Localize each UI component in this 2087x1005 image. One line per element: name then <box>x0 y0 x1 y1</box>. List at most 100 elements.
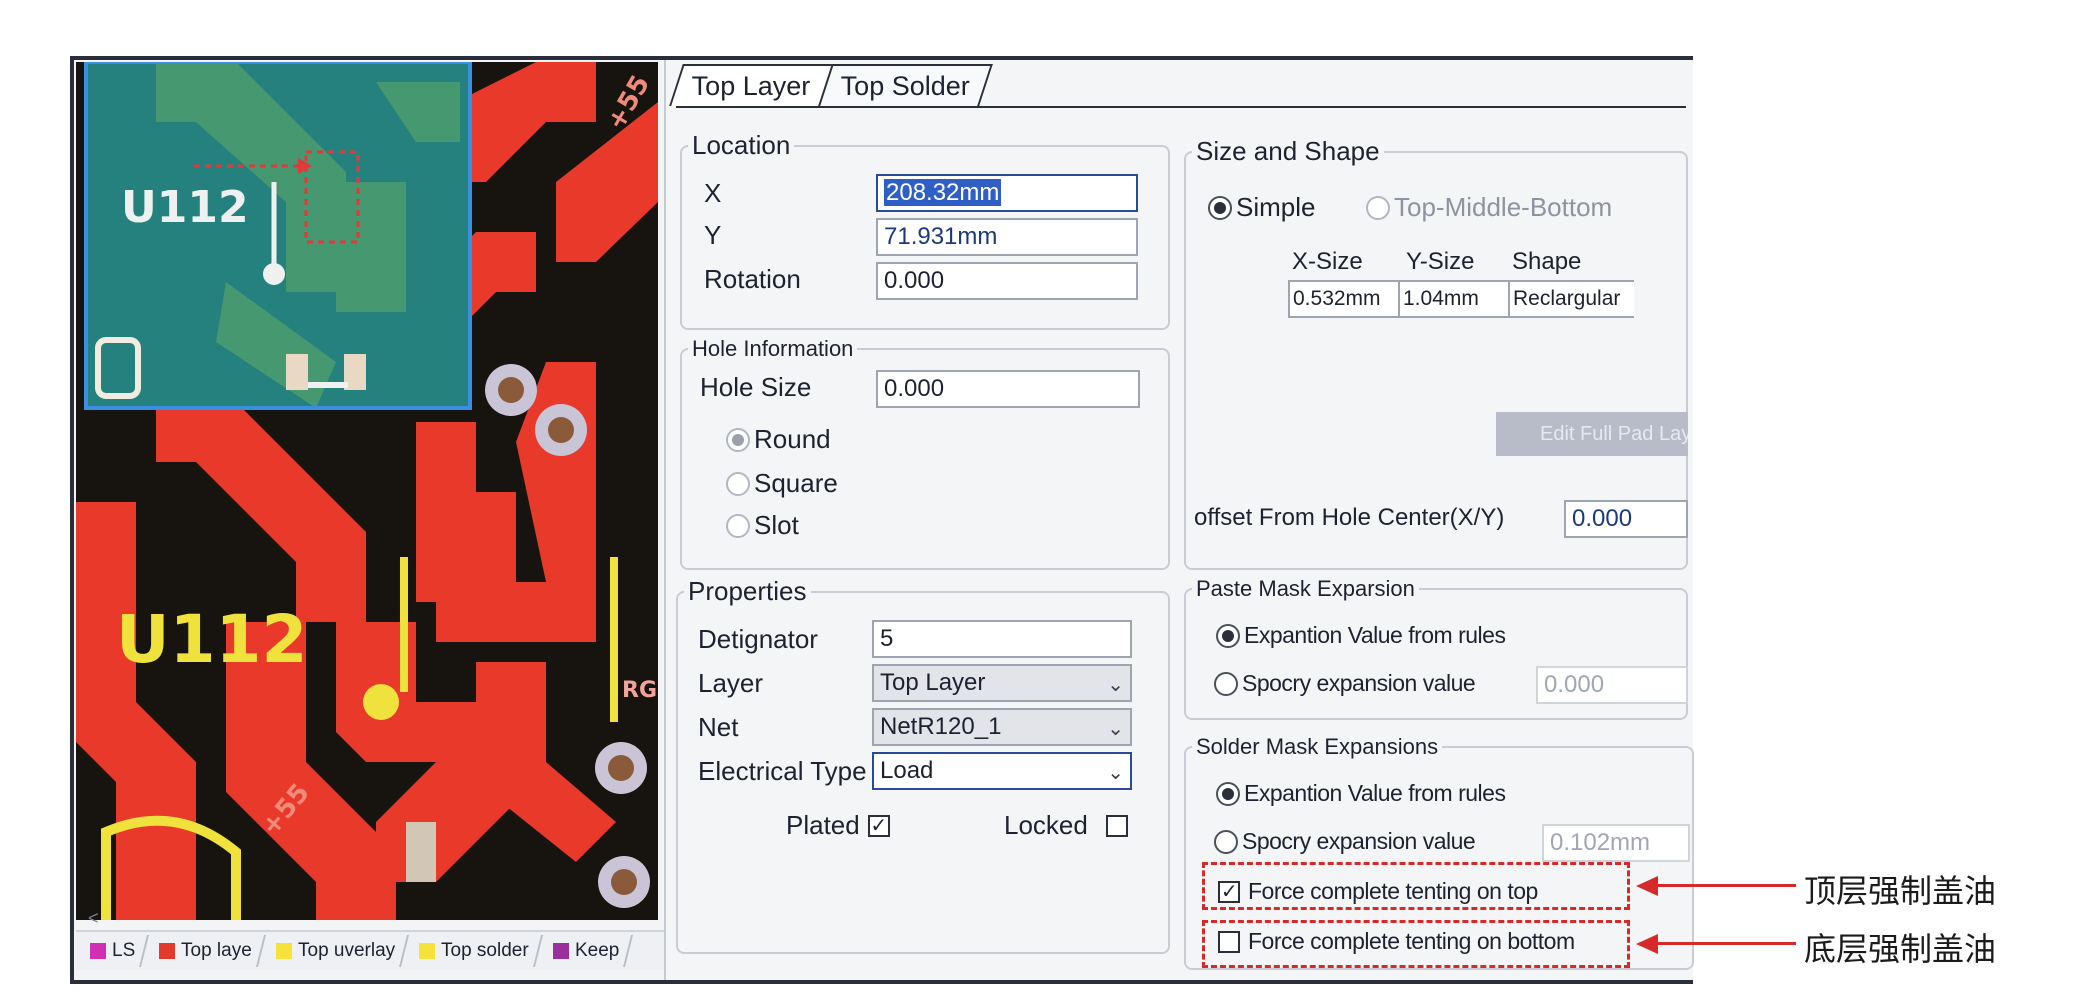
radio-dot <box>1214 671 1238 696</box>
offset-input[interactable]: 0.000 <box>1564 500 1688 538</box>
y-input[interactable]: 71.931mm <box>876 218 1138 256</box>
hole-size-label: Hole Size <box>700 372 812 402</box>
legend-label: LS <box>112 940 136 961</box>
x-input[interactable]: 208.32mm <box>876 174 1138 212</box>
properties-title: Properties <box>688 576 807 606</box>
legend-label: Top solder <box>441 940 529 961</box>
solder-rules-radio[interactable]: Expantion Value from rules <box>1216 780 1506 807</box>
legend-item-top-solder[interactable]: Top solder <box>407 935 543 967</box>
tab-divider <box>676 106 1686 108</box>
net-select-value: NetR120_1 <box>880 713 1002 740</box>
radio-label: Expantion Value from rules <box>1244 622 1506 648</box>
chevron-down-icon: ⌄ <box>1107 674 1124 696</box>
paste-rules-radio[interactable]: Expantion Value from rules <box>1216 622 1506 649</box>
shape-header: Shape <box>1512 248 1582 275</box>
radio-dot <box>1214 829 1238 854</box>
plated-checkbox[interactable]: Plated ✓ <box>786 810 890 841</box>
shape-tmb-radio[interactable]: Top-Middle-Bottom <box>1366 192 1612 223</box>
hole-square-radio[interactable]: Square <box>726 468 838 499</box>
x-input-value: 208.32mm <box>884 179 1002 206</box>
radio-dot <box>1208 195 1232 220</box>
size-shape-title: Size and Shape <box>1196 136 1380 166</box>
paste-specify-input[interactable]: 0.000 <box>1536 666 1688 704</box>
legend-swatch <box>276 943 293 959</box>
x-size-input[interactable]: 0.532mm <box>1288 280 1400 318</box>
highlight-tent-bottom <box>1202 920 1630 968</box>
radio-label: Slot <box>754 510 799 540</box>
arrow-line-top <box>1656 884 1796 887</box>
solder-mask-title: Solder Mask Expansions <box>1196 734 1439 759</box>
plated-label: Plated <box>786 810 860 840</box>
layer-tabs: Top Layer Top Solder <box>669 64 993 106</box>
net-label: Net <box>698 712 739 742</box>
radio-label: Simple <box>1236 192 1316 222</box>
radio-dot <box>726 471 750 496</box>
tab-top-solder[interactable]: Top Solder <box>817 64 993 106</box>
y-label: Y <box>704 220 722 250</box>
rotation-input[interactable]: 0.000 <box>876 262 1138 300</box>
chevron-down-icon: ⌄ <box>1107 762 1124 784</box>
legend-swatch <box>419 943 436 959</box>
layer-select-value: Top Layer <box>880 669 986 696</box>
arrow-line-bottom <box>1656 942 1796 945</box>
locked-checkbox[interactable]: Locked <box>1004 810 1128 841</box>
legend-swatch <box>552 943 569 959</box>
shape-select[interactable]: Reclargular <box>1508 280 1634 318</box>
radio-dot <box>1216 623 1240 648</box>
legend-scroll-left[interactable]: < <box>88 908 99 929</box>
radio-dot <box>1216 781 1240 806</box>
tab-label: Top Solder <box>840 71 970 101</box>
unchecked-box-icon <box>1105 814 1128 837</box>
zoom-inset: U112 <box>84 62 472 410</box>
electrical-type-label: Electrical Type <box>698 756 867 786</box>
component-label-large: U112 <box>116 601 307 678</box>
x-label: X <box>704 178 722 208</box>
radio-dot <box>726 513 750 538</box>
pcb-preview[interactable]: U112 +55 +55 RG U112 <box>76 62 658 920</box>
pad-properties-dialog: Top Layer Top Solder Location X 208.32mm… <box>664 60 1694 980</box>
legend-label: Keep <box>574 940 620 961</box>
hole-size-input[interactable]: 0.000 <box>876 370 1140 408</box>
radio-dot <box>726 427 750 452</box>
y-size-input[interactable]: 1.04mm <box>1398 280 1510 318</box>
legend-swatch <box>159 943 176 959</box>
hole-slot-radio[interactable]: Slot <box>726 510 799 541</box>
pcb-artwork: U112 +55 +55 RG U112 <box>76 62 658 920</box>
designator-label: Detignator <box>698 624 818 654</box>
legend-item-top-overlay[interactable]: Top uverlay <box>264 935 410 967</box>
y-size-header: Y-Size <box>1406 248 1475 275</box>
hole-round-radio[interactable]: Round <box>726 424 831 455</box>
layer-select[interactable]: Top Layer ⌄ <box>872 664 1132 702</box>
radio-label: Spocry expansion value <box>1242 670 1476 696</box>
chevron-down-icon: ⌄ <box>1107 718 1124 740</box>
electrical-type-select[interactable]: Load ⌄ <box>872 752 1132 790</box>
shape-simple-radio[interactable]: Simple <box>1208 192 1315 223</box>
radio-label: Square <box>754 468 838 498</box>
tab-label: Top Layer <box>691 71 811 101</box>
radio-label: Round <box>754 424 831 454</box>
edit-pad-layer-button[interactable]: Edit Full Pad Layer De <box>1496 412 1688 456</box>
paste-specify-radio[interactable]: Spocry expansion value <box>1214 670 1476 697</box>
pad-properties-window: U112 +55 +55 RG U112 < LS Top laye Top u… <box>70 56 1694 984</box>
electrical-type-value: Load <box>880 757 934 784</box>
legend-swatch <box>90 943 106 959</box>
net-select[interactable]: NetR120_1 ⌄ <box>872 708 1132 746</box>
arrow-left-icon <box>1636 934 1658 954</box>
legend-item-keep[interactable]: Keep <box>540 935 634 967</box>
annotation-bottom: 底层强制盖油 <box>1804 930 1997 968</box>
legend-label: Top uverlay <box>298 940 396 961</box>
legend-item-ls[interactable]: LS <box>78 935 150 967</box>
rotation-label: Rotation <box>704 264 801 294</box>
radio-label: Expantion Value from rules <box>1244 780 1506 806</box>
x-size-header: X-Size <box>1292 248 1363 275</box>
hole-info-title: Hole Information <box>692 336 854 361</box>
radio-dot <box>1366 195 1390 220</box>
tab-top-layer[interactable]: Top Layer <box>669 64 834 106</box>
legend-item-top-layer[interactable]: Top laye <box>147 935 267 967</box>
solder-specify-input[interactable]: 0.102mm <box>1542 824 1690 862</box>
radio-label: Spocry expansion value <box>1242 828 1476 854</box>
designator-input[interactable]: 5 <box>872 620 1132 658</box>
highlight-tent-top <box>1202 862 1630 910</box>
locked-label: Locked <box>1004 810 1088 840</box>
solder-specify-radio[interactable]: Spocry expansion value <box>1214 828 1476 855</box>
